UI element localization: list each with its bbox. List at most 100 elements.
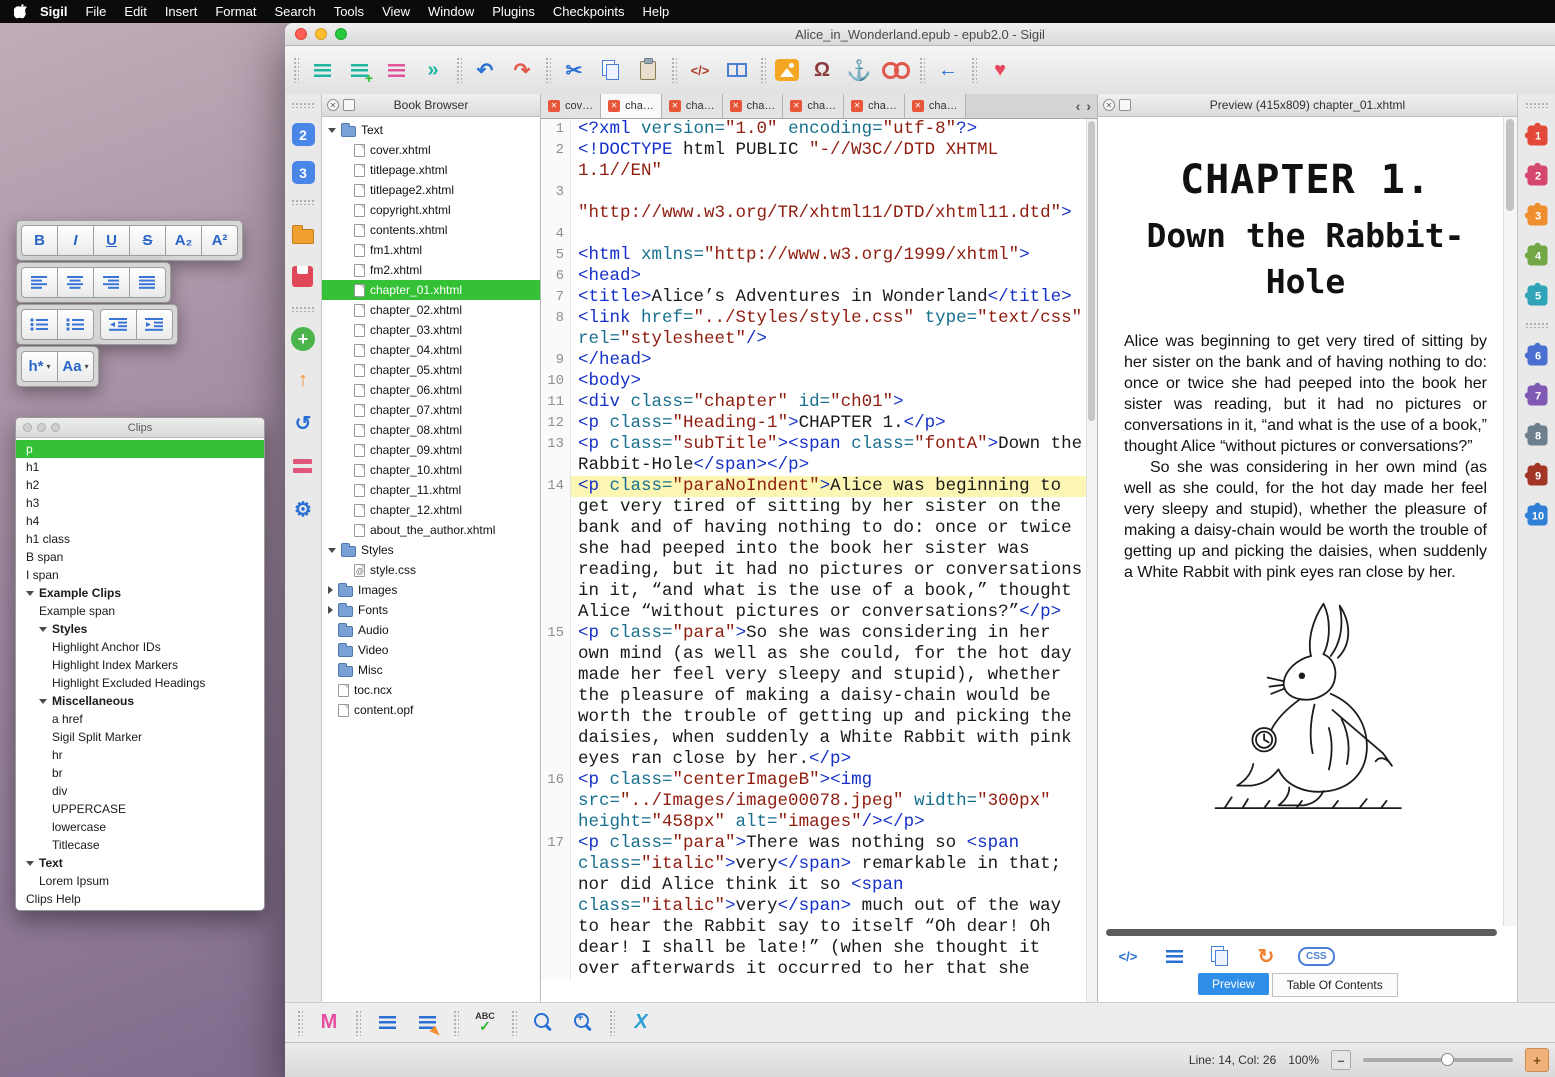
special-character-icon[interactable]: Ω (808, 56, 836, 84)
disclosure-triangle-icon[interactable] (328, 128, 336, 133)
editor-tab-6[interactable]: ✕cha… (844, 94, 905, 118)
tab-close-icon[interactable]: ✕ (730, 100, 742, 112)
format-h-button[interactable]: h*▾ (21, 351, 58, 382)
disclosure-triangle-icon[interactable] (39, 627, 47, 632)
settings-gear-icon[interactable]: ⚙ (289, 495, 317, 523)
remove-section-icon[interactable] (382, 56, 410, 84)
file-fm1-xhtml[interactable]: fm1.xhtml (322, 240, 540, 260)
plugin-6-icon[interactable]: 6 (1524, 342, 1550, 368)
zoom-out-button[interactable]: – (1331, 1050, 1351, 1070)
file-chapter-02-xhtml[interactable]: chapter_02.xhtml (322, 300, 540, 320)
preview-close-icon[interactable]: ✕ (1103, 99, 1115, 111)
editor-tab-5[interactable]: ✕cha… (783, 94, 844, 118)
minimize-window-icon[interactable] (315, 28, 327, 40)
code-line-16[interactable]: 16<p class="centerImageB"><img src="../I… (541, 770, 1086, 833)
clip-h4[interactable]: h4 (16, 512, 264, 530)
cut-icon[interactable]: ✂ (560, 56, 588, 84)
file-chapter-01-xhtml[interactable]: chapter_01.xhtml (322, 280, 540, 300)
file-content-opf[interactable]: content.opf (322, 700, 540, 720)
file-cover-xhtml[interactable]: cover.xhtml (322, 140, 540, 160)
code-line-6[interactable]: 6<head> (541, 266, 1086, 287)
clip-clips-help[interactable]: Clips Help (16, 890, 264, 908)
zoom-in-button[interactable]: + (1525, 1048, 1549, 1072)
align-left-icon[interactable] (21, 267, 58, 298)
css-inspector-icon[interactable]: CSS (1298, 947, 1335, 966)
file-chapter-08-xhtml[interactable]: chapter_08.xhtml (322, 420, 540, 440)
donate-heart-icon[interactable]: ♥ (986, 56, 1014, 84)
file-fm2-xhtml[interactable]: fm2.xhtml (322, 260, 540, 280)
clip-br[interactable]: br (16, 764, 264, 782)
file-about-the-author-xhtml[interactable]: about_the_author.xhtml (322, 520, 540, 540)
menu-format[interactable]: Format (206, 4, 265, 19)
preview-float-icon[interactable] (1119, 99, 1131, 111)
spellcheck-icon[interactable] (471, 1009, 499, 1037)
insert-image-icon[interactable] (775, 59, 799, 81)
file-contents-xhtml[interactable]: contents.xhtml (322, 220, 540, 240)
code-line-15[interactable]: 15<p class="para">So she was considering… (541, 623, 1086, 770)
clip-example-clips[interactable]: Example Clips (16, 584, 264, 602)
find-next-icon[interactable] (569, 1009, 597, 1037)
file-chapter-07-xhtml[interactable]: chapter_07.xhtml (322, 400, 540, 420)
menu-file[interactable]: File (76, 4, 115, 19)
menu-edit[interactable]: Edit (115, 4, 155, 19)
code-line-11[interactable]: 11<div class="chapter" id="ch01"> (541, 392, 1086, 413)
clip-b-span[interactable]: B span (16, 548, 264, 566)
code-line-1[interactable]: 1<?xml version="1.0" encoding="utf-8"?> (541, 119, 1086, 140)
clip-lorem-ipsum[interactable]: Lorem Ipsum (16, 872, 264, 890)
clip-uppercase[interactable]: UPPERCASE (16, 800, 264, 818)
plugin-2-icon[interactable]: 2 (1524, 162, 1550, 188)
code-line-13[interactable]: 13<p class="subTitle"><span class="fontA… (541, 434, 1086, 476)
preview-list-icon[interactable] (1160, 942, 1188, 970)
plugin-5-icon[interactable]: 5 (1524, 282, 1550, 308)
clip-highlight-excluded-headings[interactable]: Highlight Excluded Headings (16, 674, 264, 692)
copy-icon[interactable] (597, 56, 625, 84)
split-view-icon[interactable] (723, 56, 751, 84)
upload-icon[interactable]: ↑ (289, 366, 317, 394)
align-justify-icon[interactable] (129, 267, 166, 298)
window-titlebar[interactable]: Alice_in_Wonderland.epub - epub2.0 - Sig… (285, 23, 1555, 46)
tab-close-icon[interactable]: ✕ (790, 100, 802, 112)
menu-sigil[interactable]: Sigil (31, 4, 76, 19)
refresh-icon[interactable]: ↺ (289, 409, 317, 437)
clip-text[interactable]: Text (16, 854, 264, 872)
bullet-list-icon[interactable] (21, 309, 58, 340)
file-chapter-04-xhtml[interactable]: chapter_04.xhtml (322, 340, 540, 360)
file-images[interactable]: Images (322, 580, 540, 600)
book-browser-close-icon[interactable]: ✕ (327, 99, 339, 111)
clip-hr[interactable]: hr (16, 746, 264, 764)
format-b-button[interactable]: B (21, 225, 58, 256)
clip-h1[interactable]: h1 (16, 458, 264, 476)
code-lines[interactable]: 1<?xml version="1.0" encoding="utf-8"?>2… (541, 119, 1086, 1002)
add-file-icon[interactable]: + (291, 327, 315, 351)
back-icon[interactable]: ← (934, 56, 962, 84)
file-titlepage2-xhtml[interactable]: titlepage2.xhtml (322, 180, 540, 200)
file-chapter-10-xhtml[interactable]: chapter_10.xhtml (322, 460, 540, 480)
tab-preview[interactable]: Preview (1198, 973, 1269, 995)
format-a-button[interactable]: A₂ (165, 225, 202, 256)
file-styles[interactable]: Styles (322, 540, 540, 560)
format-u-button[interactable]: U (93, 225, 130, 256)
clips-window-controls[interactable] (23, 423, 60, 432)
open-folder-icon[interactable] (289, 220, 317, 248)
file-chapter-03-xhtml[interactable]: chapter_03.xhtml (322, 320, 540, 340)
plugin-7-icon[interactable]: 7 (1524, 382, 1550, 408)
code-text[interactable]: <!DOCTYPE html PUBLIC "-//W3C//DTD XHTML… (571, 140, 1086, 182)
zoom-slider[interactable] (1363, 1058, 1513, 1062)
editor-tab-2[interactable]: ✕cha… (601, 94, 662, 118)
clip-p[interactable]: p (16, 440, 264, 458)
file-toc-ncx[interactable]: toc.ncx (322, 680, 540, 700)
new-section-icon[interactable] (308, 56, 336, 84)
align-center-icon[interactable] (57, 267, 94, 298)
inspect-code-icon[interactable]: </> (1114, 942, 1142, 970)
tab-close-icon[interactable]: ✕ (669, 100, 681, 112)
indent-icon[interactable] (136, 309, 173, 340)
clip-titlecase[interactable]: Titlecase (16, 836, 264, 854)
apple-menu-icon[interactable] (14, 4, 27, 19)
clip-h3[interactable]: h3 (16, 494, 264, 512)
zoom-window-icon[interactable] (335, 28, 347, 40)
tab-close-icon[interactable]: ✕ (912, 100, 924, 112)
code-text[interactable]: "http://www.w3.org/TR/xhtml11/DTD/xhtml1… (571, 182, 1086, 224)
save-icon[interactable] (289, 263, 317, 291)
book-browser-float-icon[interactable] (343, 99, 355, 111)
clip-lowercase[interactable]: lowercase (16, 818, 264, 836)
